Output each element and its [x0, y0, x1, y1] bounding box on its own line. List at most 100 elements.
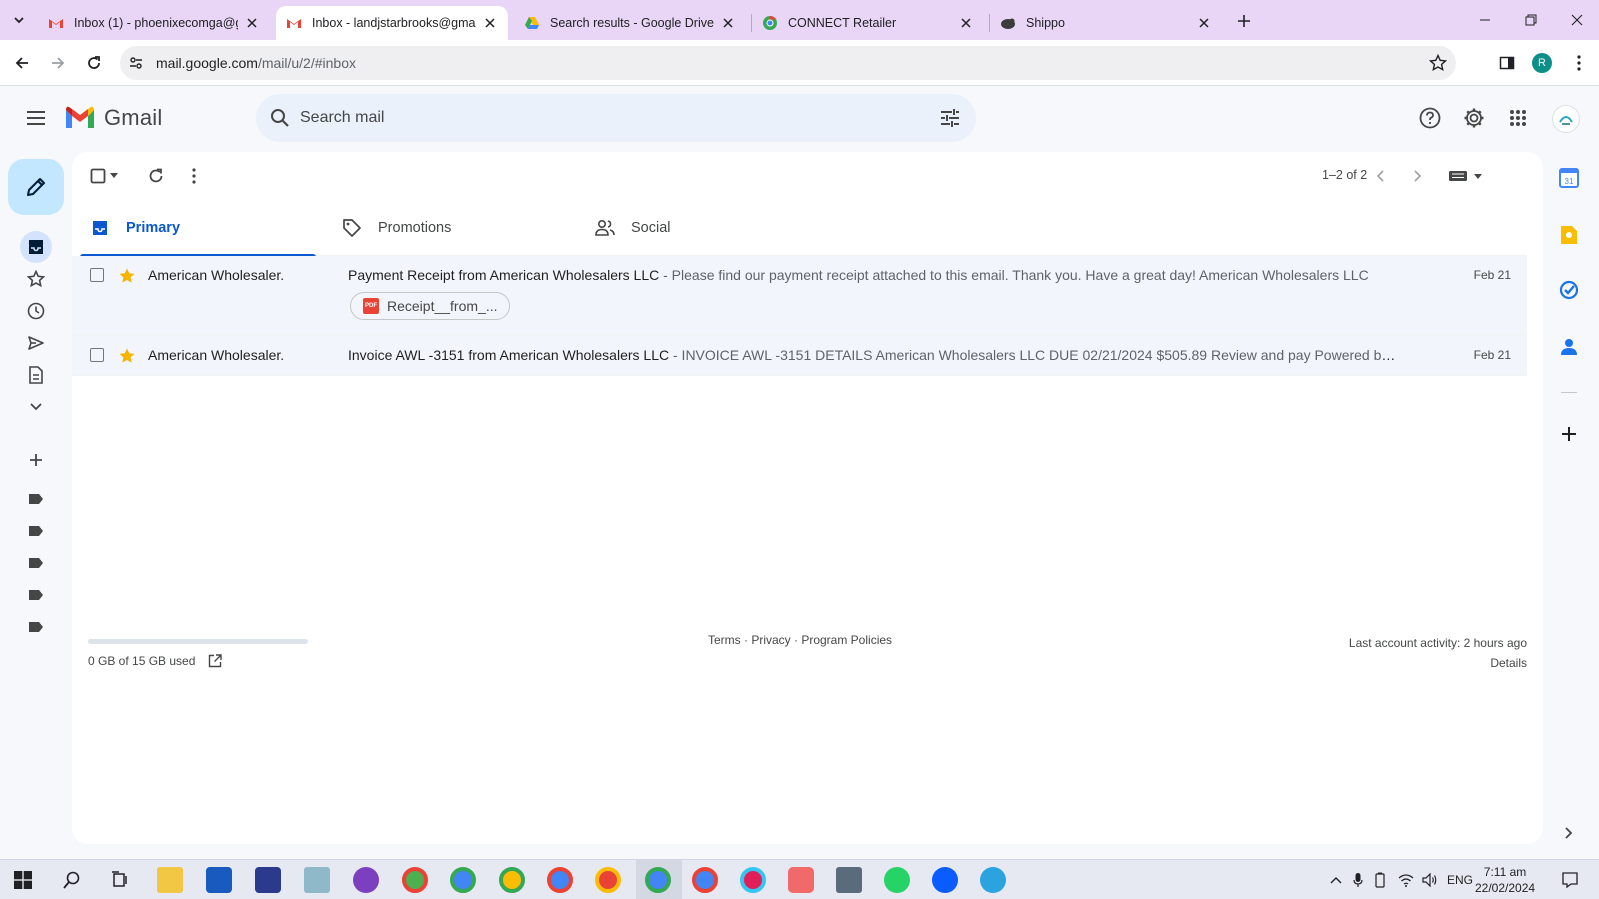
windows-search-icon[interactable]	[60, 868, 84, 892]
volume-icon[interactable]	[1418, 868, 1442, 892]
close-tab-icon[interactable]	[958, 15, 974, 31]
battery-icon[interactable]	[1368, 868, 1392, 892]
browser-tab-inbox-phoenix[interactable]: Inbox (1) - phoenixecomga@gmail.com	[38, 6, 270, 40]
drafts-nav-icon[interactable]	[20, 359, 52, 391]
refresh-icon[interactable]	[144, 164, 168, 188]
show-side-panel-chevron-icon[interactable]	[1557, 821, 1581, 845]
tab-primary[interactable]: Primary	[80, 200, 316, 257]
tab-social[interactable]: Social	[585, 200, 821, 256]
close-window-icon[interactable]	[1565, 8, 1589, 32]
notes-app-icon[interactable]	[304, 867, 330, 893]
chrome-profile-app-icon[interactable]	[450, 867, 476, 893]
browser-tab-connect-retailer[interactable]: CONNECT Retailer	[752, 6, 984, 40]
email-row[interactable]: American Wholesaler. Invoice AWL -3151 f…	[72, 336, 1527, 376]
starred-star-icon[interactable]	[118, 347, 136, 365]
google-tasks-icon[interactable]	[1557, 278, 1581, 302]
tab-promotions[interactable]: Promotions	[332, 200, 568, 256]
browser-tab-inbox-landj[interactable]: Inbox - landjstarbrooks@gmail.com	[276, 6, 508, 40]
create-label-plus-icon[interactable]	[20, 444, 52, 476]
new-tab-plus-icon[interactable]	[1233, 10, 1255, 32]
writer-app-icon[interactable]	[255, 867, 281, 893]
label-tag-icon[interactable]	[20, 483, 52, 515]
google-apps-grid-icon[interactable]	[1504, 104, 1532, 132]
notifications-icon[interactable]	[1558, 868, 1582, 892]
get-addons-plus-icon[interactable]	[1557, 422, 1581, 446]
main-menu-hamburger-icon[interactable]	[24, 106, 48, 130]
email-row[interactable]: American Wholesaler. Payment Receipt fro…	[72, 256, 1527, 336]
close-tab-icon[interactable]	[244, 15, 260, 31]
label-tag-icon[interactable]	[20, 515, 52, 547]
settings-gear-icon[interactable]	[1460, 104, 1488, 132]
microphone-icon[interactable]	[1346, 868, 1370, 892]
reload-icon[interactable]	[82, 51, 106, 75]
google-keep-icon[interactable]	[1557, 223, 1581, 247]
open-in-new-icon[interactable]	[207, 653, 223, 669]
slack-app-icon[interactable]	[740, 867, 766, 893]
site-info-icon[interactable]	[126, 53, 146, 73]
restore-window-icon[interactable]	[1519, 8, 1543, 32]
chrome-profile-app-icon[interactable]	[645, 867, 671, 893]
input-tools-keyboard-icon[interactable]	[1446, 164, 1486, 188]
task-view-icon[interactable]	[108, 868, 132, 892]
back-arrow-icon[interactable]	[10, 51, 34, 75]
address-bar[interactable]: mail.google.com/mail/u/2/#inbox	[120, 46, 1456, 80]
snoozed-clock-icon[interactable]	[20, 295, 52, 327]
search-mail-bar[interactable]: Search mail	[256, 94, 976, 142]
select-dropdown-icon[interactable]	[106, 164, 122, 188]
taskbar-clock[interactable]: 7:11 am 22/02/2024	[1475, 864, 1535, 896]
label-tag-icon[interactable]	[20, 611, 52, 643]
search-options-tune-icon[interactable]	[938, 106, 962, 130]
whatsapp-app-icon[interactable]	[884, 867, 910, 893]
chrome-profile-app-icon[interactable]	[499, 867, 525, 893]
label-tag-icon[interactable]	[20, 579, 52, 611]
close-tab-icon[interactable]	[720, 15, 736, 31]
close-tab-icon[interactable]	[1196, 15, 1212, 31]
messenger-app-icon[interactable]	[353, 867, 379, 893]
account-avatar[interactable]	[1552, 105, 1580, 133]
email-checkbox[interactable]	[90, 348, 104, 362]
compose-button[interactable]	[8, 159, 64, 215]
activity-details-link[interactable]: Details	[1349, 653, 1527, 673]
more-actions-kebab-icon[interactable]	[182, 164, 206, 188]
wifi-icon[interactable]	[1394, 868, 1418, 892]
email-checkbox[interactable]	[90, 268, 104, 282]
more-chevron-down-icon[interactable]	[20, 390, 52, 422]
label-tag-icon[interactable]	[20, 547, 52, 579]
side-panel-icon[interactable]	[1495, 51, 1519, 75]
help-icon[interactable]	[1416, 104, 1444, 132]
newer-chevron-left-icon[interactable]	[1368, 164, 1392, 188]
minimize-window-icon[interactable]	[1473, 8, 1497, 32]
browser-tab-shippo[interactable]: Shippo	[990, 6, 1222, 40]
windows-start-icon[interactable]	[11, 868, 35, 892]
telegram-app-icon[interactable]	[980, 867, 1006, 893]
tray-chevron-up-icon[interactable]	[1324, 868, 1348, 892]
pagination-count[interactable]: 1–2 of 2	[1322, 168, 1367, 182]
browser-profile-avatar[interactable]: R	[1532, 53, 1552, 73]
input-language-indicator[interactable]: ENG	[1447, 873, 1473, 887]
chrome-profile-app-icon[interactable]	[595, 867, 621, 893]
asana-app-icon[interactable]	[788, 867, 814, 893]
attachment-chip[interactable]: PDF Receipt__from_...	[350, 292, 510, 320]
close-tab-icon[interactable]	[482, 15, 498, 31]
older-chevron-right-icon[interactable]	[1406, 164, 1430, 188]
footer-policy-links[interactable]: Terms · Privacy · Program Policies	[708, 633, 892, 647]
google-calendar-icon[interactable]: 31	[1557, 166, 1581, 190]
starred-star-icon[interactable]	[118, 267, 136, 285]
chrome-profile-app-icon[interactable]	[547, 867, 573, 893]
browser-tab-drive[interactable]: Search results - Google Drive	[514, 6, 746, 40]
tab-search-chevron-icon[interactable]	[8, 9, 30, 31]
browser-menu-kebab-icon[interactable]	[1567, 51, 1591, 75]
bookmark-star-icon[interactable]	[1428, 53, 1448, 73]
calculator-app-icon[interactable]	[836, 867, 862, 893]
file-explorer-app-icon[interactable]	[157, 867, 183, 893]
chrome-app-icon[interactable]	[402, 867, 428, 893]
inbox-nav-icon[interactable]	[20, 231, 52, 263]
gmail-logo[interactable]: Gmail	[64, 105, 162, 131]
starred-nav-icon[interactable]	[20, 263, 52, 295]
forward-arrow-icon[interactable]	[46, 51, 70, 75]
word-app-icon[interactable]	[206, 867, 232, 893]
search-icon[interactable]	[268, 106, 292, 130]
zoom-app-icon[interactable]	[932, 867, 958, 893]
google-contacts-icon[interactable]	[1557, 335, 1581, 359]
chrome-profile-app-icon[interactable]	[692, 867, 718, 893]
